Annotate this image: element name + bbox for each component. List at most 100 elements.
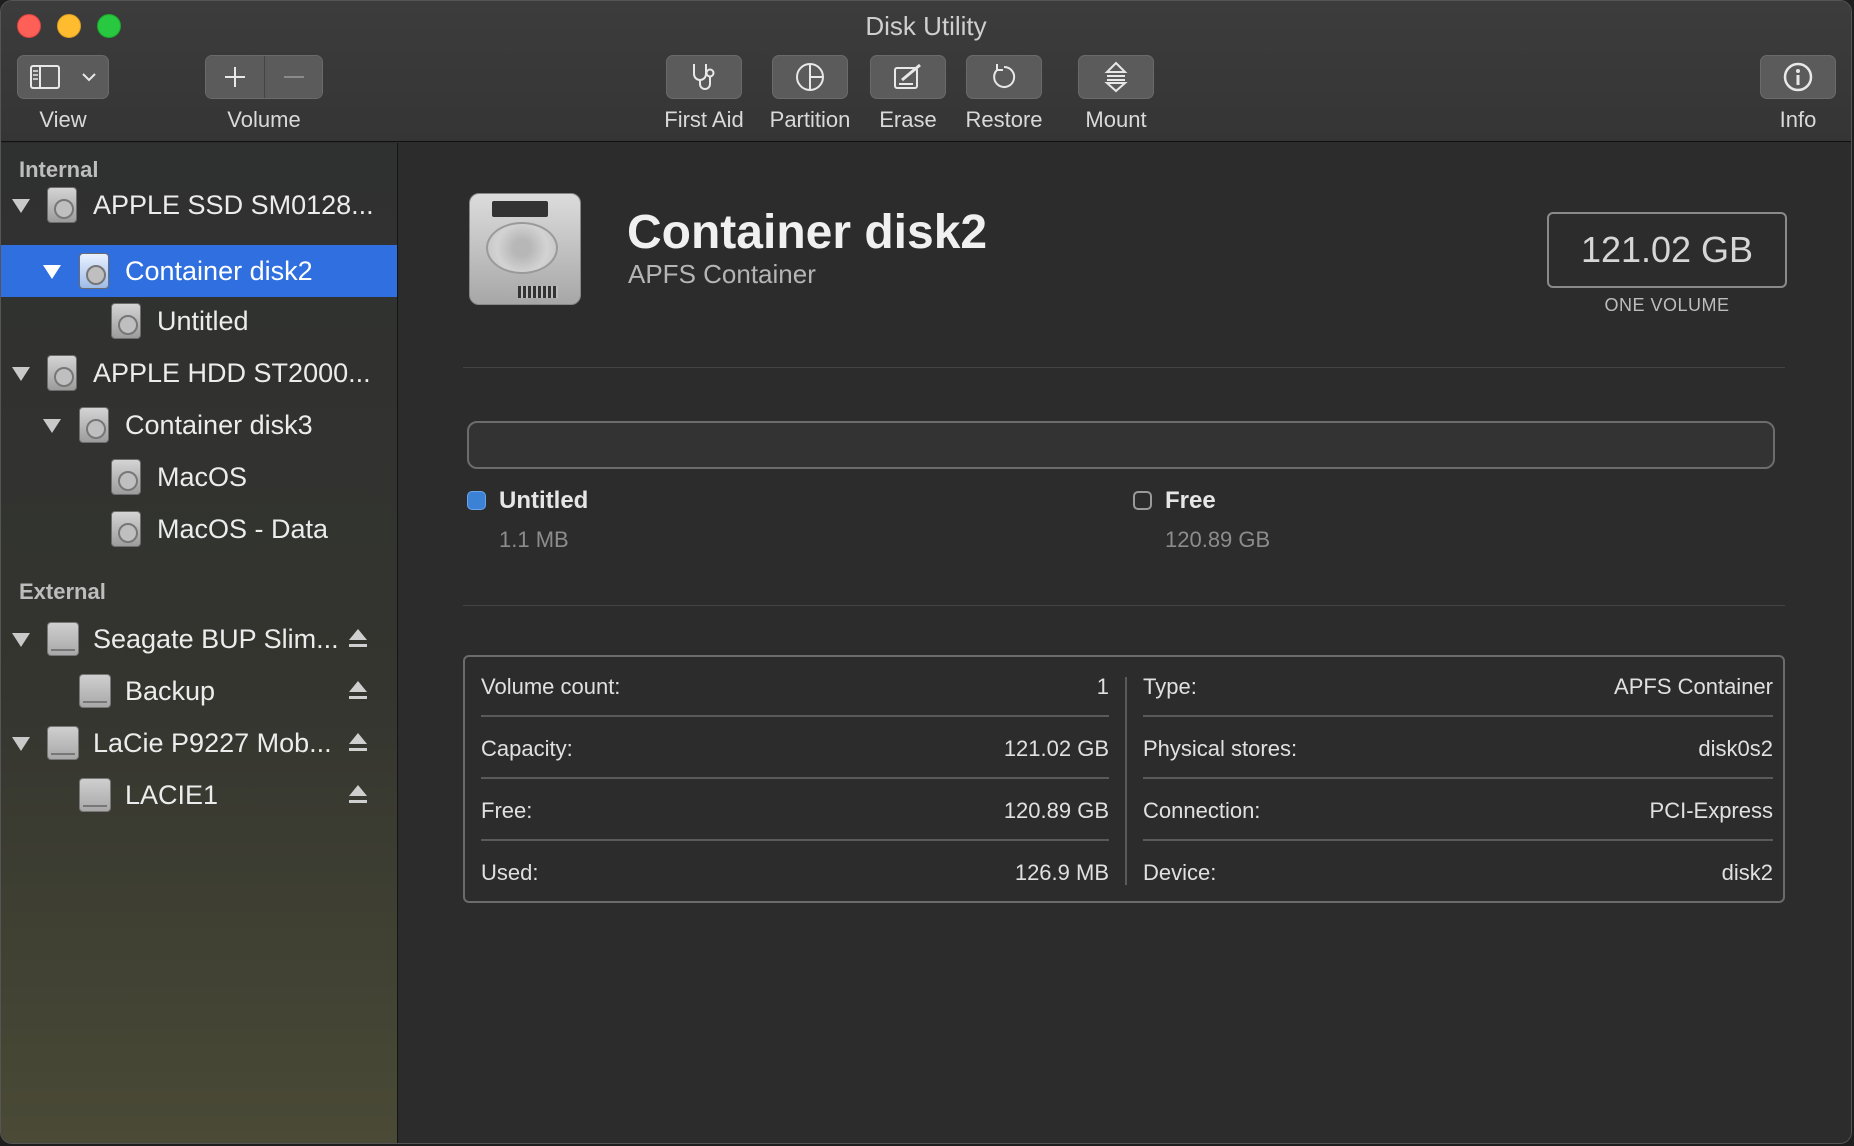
internal-disk-icon (47, 355, 77, 391)
volume-control: Volume (205, 55, 323, 133)
info-value: 120.89 GB (1003, 798, 1109, 823)
container-disk-icon (79, 253, 109, 289)
pie-chart-icon (796, 63, 824, 91)
sidebar-item-apple-hdd[interactable]: APPLE HDD ST2000... (1, 349, 397, 397)
divider (463, 367, 1785, 368)
eject-icon[interactable] (349, 681, 367, 703)
info-key: Connection: (1143, 798, 1261, 823)
sidebar-item-label: APPLE HDD ST2000... (93, 357, 371, 388)
restore-button[interactable] (966, 55, 1042, 99)
first-aid-control: First Aid (659, 55, 749, 133)
erase-button[interactable] (870, 55, 946, 99)
sidebar-item-container-disk2[interactable]: Container disk2 (1, 245, 397, 297)
sidebar-item-label: LaCie P9227 Mob... (93, 727, 332, 758)
column-divider (1125, 677, 1127, 885)
volume-label: Volume (227, 107, 301, 132)
volume-segmented-control (205, 55, 323, 99)
sidebar-item-label: Container disk2 (125, 255, 313, 286)
container-disk-icon (79, 407, 109, 443)
sidebar-item-label: Seagate BUP Slim... (93, 623, 339, 654)
sidebar-item-macos-data[interactable]: MacOS - Data (1, 505, 397, 553)
sidebar-item-seagate[interactable]: Seagate BUP Slim... (1, 615, 397, 663)
partition-button[interactable] (772, 55, 848, 99)
info-table: Volume count: 1 Capacity: 121.02 GB Free… (463, 655, 1785, 903)
sidebar-heading-external: External (19, 579, 106, 604)
info-row-capacity: Capacity: 121.02 GB (481, 719, 1109, 779)
info-row-device: Device: disk2 (1143, 843, 1773, 903)
info-key: Capacity: (481, 736, 573, 761)
sidebar-item-apple-ssd[interactable]: APPLE SSD SM0128... (1, 181, 397, 229)
legend-size-free: 120.89 GB (1165, 527, 1271, 552)
remove-volume-button[interactable] (264, 56, 322, 98)
info-control: Info (1753, 55, 1843, 133)
plus-icon (225, 67, 245, 87)
disclosure-triangle-icon[interactable] (43, 265, 61, 279)
view-button[interactable] (17, 55, 109, 99)
external-disk-icon (47, 622, 79, 656)
eject-icon[interactable] (349, 733, 367, 755)
eject-icon[interactable] (349, 629, 367, 651)
info-key: Used: (481, 860, 539, 885)
sidebar-item-lacie[interactable]: LaCie P9227 Mob... (1, 719, 397, 767)
legend-swatch-untitled (467, 491, 486, 510)
first-aid-label: First Aid (664, 107, 744, 132)
volume-subtitle: APFS Container (628, 259, 816, 289)
info-value: 126.9 MB (1014, 860, 1109, 885)
pencil-eraser-icon (894, 63, 921, 89)
info-value: PCI-Express (1649, 798, 1773, 823)
partition-control: Partition (765, 55, 855, 133)
sidebar-item-lacie1[interactable]: LACIE1 (1, 771, 397, 819)
disclosure-triangle-icon[interactable] (12, 199, 30, 213)
sidebar-item-macos[interactable]: MacOS (1, 453, 397, 501)
sidebar-item-backup[interactable]: Backup (1, 667, 397, 715)
external-disk-icon (47, 726, 79, 760)
mount-icon (1104, 61, 1128, 93)
sidebar-item-label: Container disk3 (125, 409, 313, 440)
restore-label: Restore (965, 107, 1043, 132)
disclosure-triangle-icon[interactable] (12, 633, 30, 647)
info-value: disk2 (1721, 860, 1773, 885)
disclosure-triangle-icon[interactable] (12, 367, 30, 381)
divider (463, 605, 1785, 606)
info-key: Physical stores: (1143, 736, 1298, 761)
chevron-down-icon (82, 73, 96, 82)
info-key: Free: (481, 798, 533, 823)
legend-name-untitled: Untitled (499, 487, 589, 514)
first-aid-button[interactable] (666, 55, 742, 99)
view-control: View (17, 55, 109, 133)
mount-button[interactable] (1078, 55, 1154, 99)
info-value: 1 (1096, 674, 1109, 699)
restore-arrow-icon (993, 64, 1016, 88)
eject-icon[interactable] (349, 785, 367, 807)
info-row-free: Free: 120.89 GB (481, 781, 1109, 841)
stethoscope-icon (693, 64, 715, 90)
info-value: 121.02 GB (1003, 736, 1109, 761)
mount-control: Mount (1071, 55, 1161, 133)
info-button[interactable] (1760, 55, 1836, 99)
info-row-volume-count: Volume count: 1 (481, 657, 1109, 717)
volume-disk-icon (111, 511, 141, 547)
sidebar: Internal APPLE SSD SM0128... Container d… (1, 143, 398, 1143)
usage-bar (467, 421, 1775, 469)
volume-disk-icon (111, 303, 141, 339)
disk-utility-window: Disk Utility View Volume First Aid Parti… (0, 0, 1852, 1144)
sidebar-item-label: MacOS - Data (157, 513, 329, 544)
volume-title: Container disk2 (627, 206, 988, 259)
volume-disk-icon (111, 459, 141, 495)
capacity-caption: ONE VOLUME (1604, 295, 1730, 315)
add-volume-button[interactable] (206, 56, 264, 98)
restore-control: Restore (959, 55, 1049, 133)
sidebar-item-label: APPLE SSD SM0128... (93, 189, 374, 220)
info-key: Device: (1143, 860, 1217, 885)
sidebar-heading-internal: Internal (19, 157, 99, 182)
info-value: APFS Container (1614, 674, 1773, 699)
sidebar-item-untitled[interactable]: Untitled (1, 297, 397, 345)
sidebar-item-container-disk3[interactable]: Container disk3 (1, 401, 397, 449)
disclosure-triangle-icon[interactable] (12, 737, 30, 751)
toolbar: Disk Utility View Volume First Aid Parti… (1, 1, 1851, 142)
info-row-type: Type: APFS Container (1143, 657, 1773, 717)
info-value: disk0s2 (1698, 736, 1773, 761)
disclosure-triangle-icon[interactable] (43, 419, 61, 433)
erase-control: Erase (863, 55, 953, 133)
legend-name-free: Free (1165, 487, 1216, 514)
